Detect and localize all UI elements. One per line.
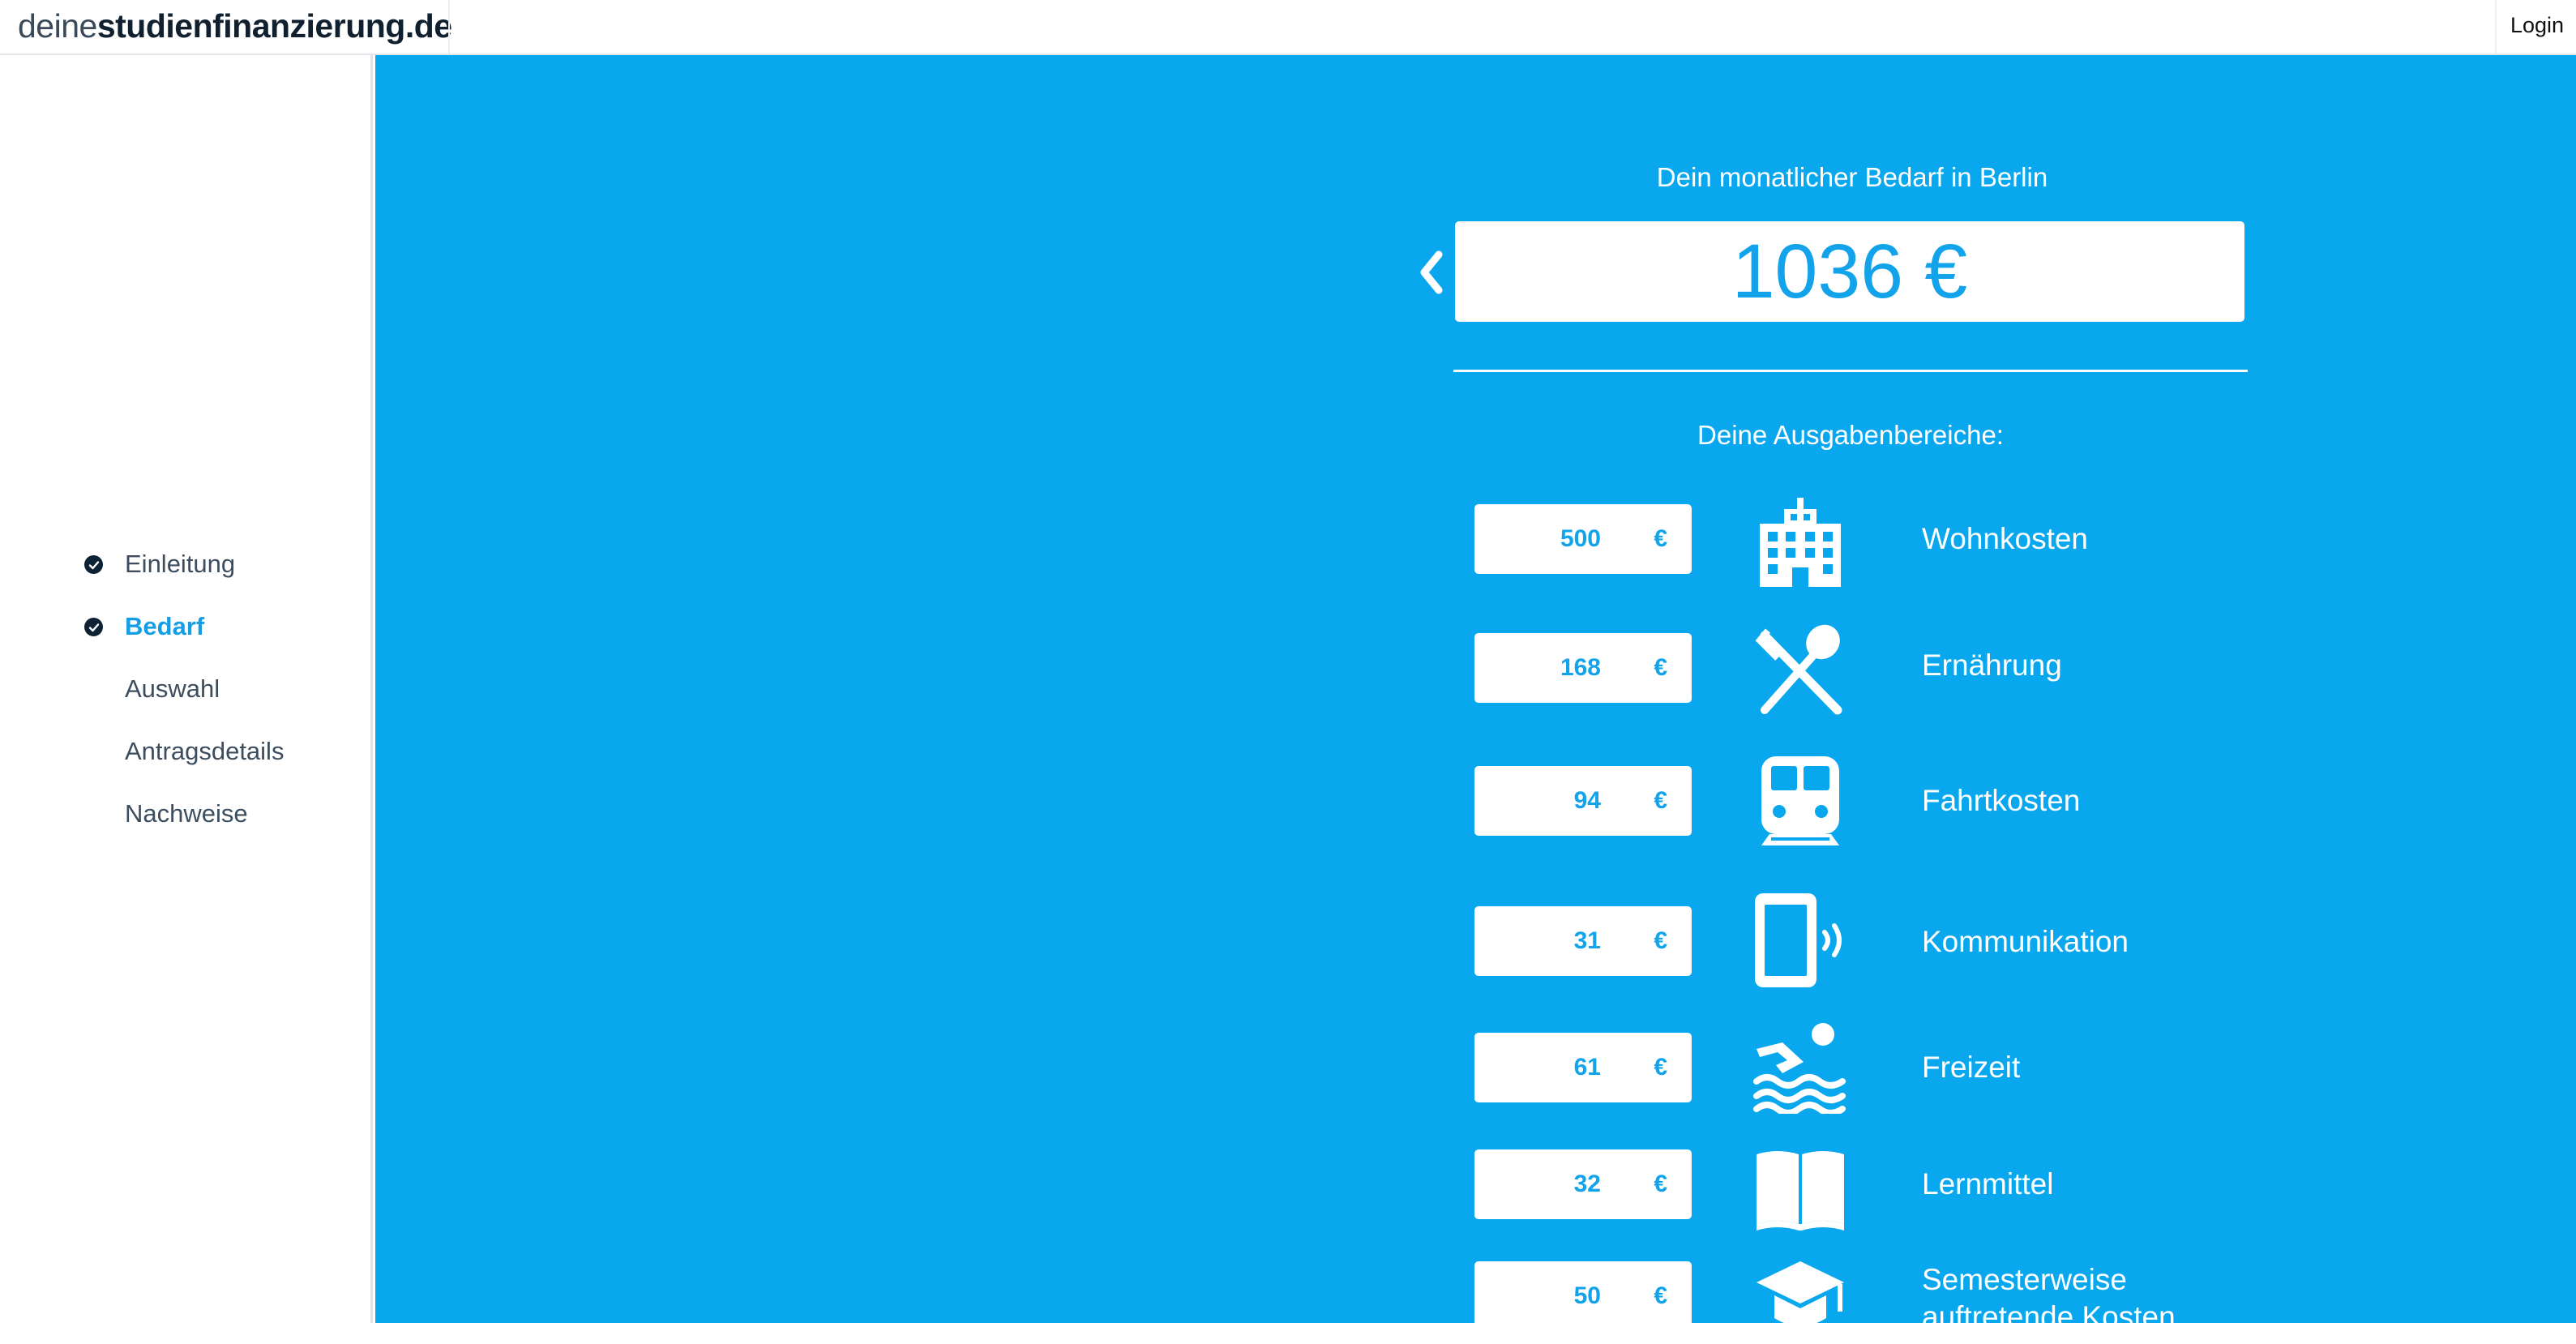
train-icon	[1753, 753, 1847, 847]
currency-symbol: €	[1654, 787, 1667, 814]
amount-input[interactable]: 500 €	[1474, 504, 1692, 574]
sidebar-step-label: Einleitung	[125, 550, 236, 578]
sidebar-step-einleitung[interactable]: Einleitung	[84, 544, 360, 584]
chevron-left-icon[interactable]	[1414, 248, 1447, 297]
expense-row-semesterkosten: 50 € Semesterweise auftretende Kosten	[375, 1209, 2576, 1333]
section-divider	[1453, 370, 2248, 372]
sidebar-step-label: Antragsdetails	[125, 737, 285, 765]
expense-row-lernmittel: 32 € Lernmittel	[375, 1096, 2576, 1231]
sidebar-steps: Einleitung Bedarf Auswahl Antragsdetails…	[0, 55, 373, 1323]
top-header: deinestudienfinanzierung.de Login	[0, 0, 2576, 55]
currency-symbol: €	[1654, 525, 1667, 552]
amount-input[interactable]: 31 €	[1474, 906, 1692, 976]
sidebar-step-antragsdetails[interactable]: Antragsdetails	[84, 731, 360, 772]
currency-symbol: €	[1654, 927, 1667, 954]
next-category-icon-partial	[1786, 1316, 1815, 1323]
category-label-line: Semesterweise	[1922, 1263, 2127, 1296]
sidebar-step-bedarf[interactable]: Bedarf	[84, 606, 360, 647]
monthly-total-display: 1036 €	[1455, 221, 2244, 322]
fork-spoon-icon	[1753, 623, 1847, 717]
building-icon	[1753, 493, 1847, 587]
expense-row-wohnkosten: 500 € Wohnkosten	[375, 444, 2576, 587]
amount-input[interactable]: 50 €	[1474, 1261, 1692, 1331]
amount-value: 168	[1560, 654, 1601, 681]
currency-symbol: €	[1654, 654, 1667, 681]
category-label: Lernmittel	[1922, 1167, 2054, 1201]
amount-input[interactable]: 61 €	[1474, 1033, 1692, 1102]
check-icon	[84, 618, 103, 636]
amount-input[interactable]: 168 €	[1474, 633, 1692, 703]
amount-value: 50	[1573, 1282, 1601, 1309]
currency-symbol: €	[1654, 1054, 1667, 1081]
category-label: Kommunikation	[1922, 925, 2129, 958]
site-logo[interactable]: deinestudienfinanzierung.de	[18, 3, 452, 49]
sidebar-step-label: Bedarf	[125, 612, 205, 640]
header-divider	[2495, 0, 2497, 54]
sidebar-step-auswahl[interactable]: Auswahl	[84, 669, 360, 709]
mobile-phone-icon	[1753, 893, 1847, 987]
logo-text-light: deine	[18, 7, 97, 45]
check-icon	[84, 555, 103, 574]
sidebar-step-label: Nachweise	[125, 799, 248, 828]
need-caption: Dein monatlicher Bedarf in Berlin	[1656, 162, 2048, 192]
graduation-cap-icon	[1753, 1250, 1847, 1344]
category-label: Ernährung	[1922, 648, 2062, 682]
amount-value: 94	[1573, 787, 1601, 814]
amount-input[interactable]: 94 €	[1474, 766, 1692, 836]
category-label: Freizeit	[1922, 1051, 2021, 1084]
sidebar-step-nachweise[interactable]: Nachweise	[84, 794, 360, 834]
header-divider	[448, 0, 450, 54]
expense-row-freizeit: 61 € Freizeit	[375, 979, 2576, 1114]
expense-row-fahrtkosten: 94 € Fahrtkosten	[375, 708, 2576, 845]
logo-text-bold: studienfinanzierung.de	[96, 7, 452, 45]
amount-value: 500	[1560, 525, 1601, 552]
category-label: Fahrtkosten	[1922, 784, 2081, 817]
category-label-line: auftretende Kosten	[1922, 1300, 2176, 1333]
login-button[interactable]: Login	[2498, 0, 2576, 54]
currency-symbol: €	[1654, 1282, 1667, 1309]
sidebar-step-label: Auswahl	[125, 674, 220, 703]
amount-value: 31	[1573, 927, 1601, 954]
main-panel: Dein monatlicher Bedarf in Berlin 1036 €…	[375, 55, 2576, 1333]
expense-row-ernaehrung: 168 € Ernährung	[375, 574, 2576, 715]
category-label: Semesterweise auftretende Kosten	[1922, 1261, 2176, 1336]
amount-value: 61	[1573, 1054, 1601, 1081]
category-label: Wohnkosten	[1922, 522, 2088, 555]
expense-row-kommunikation: 31 € Kommunikation	[375, 848, 2576, 987]
